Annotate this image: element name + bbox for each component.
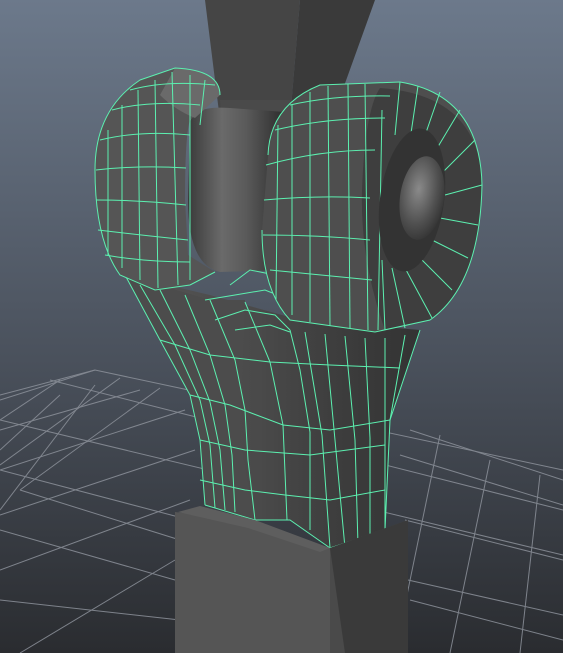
right-knuckle[interactable] bbox=[261, 81, 483, 333]
viewport-canvas[interactable] bbox=[0, 0, 563, 653]
3d-viewport[interactable] bbox=[0, 0, 563, 653]
